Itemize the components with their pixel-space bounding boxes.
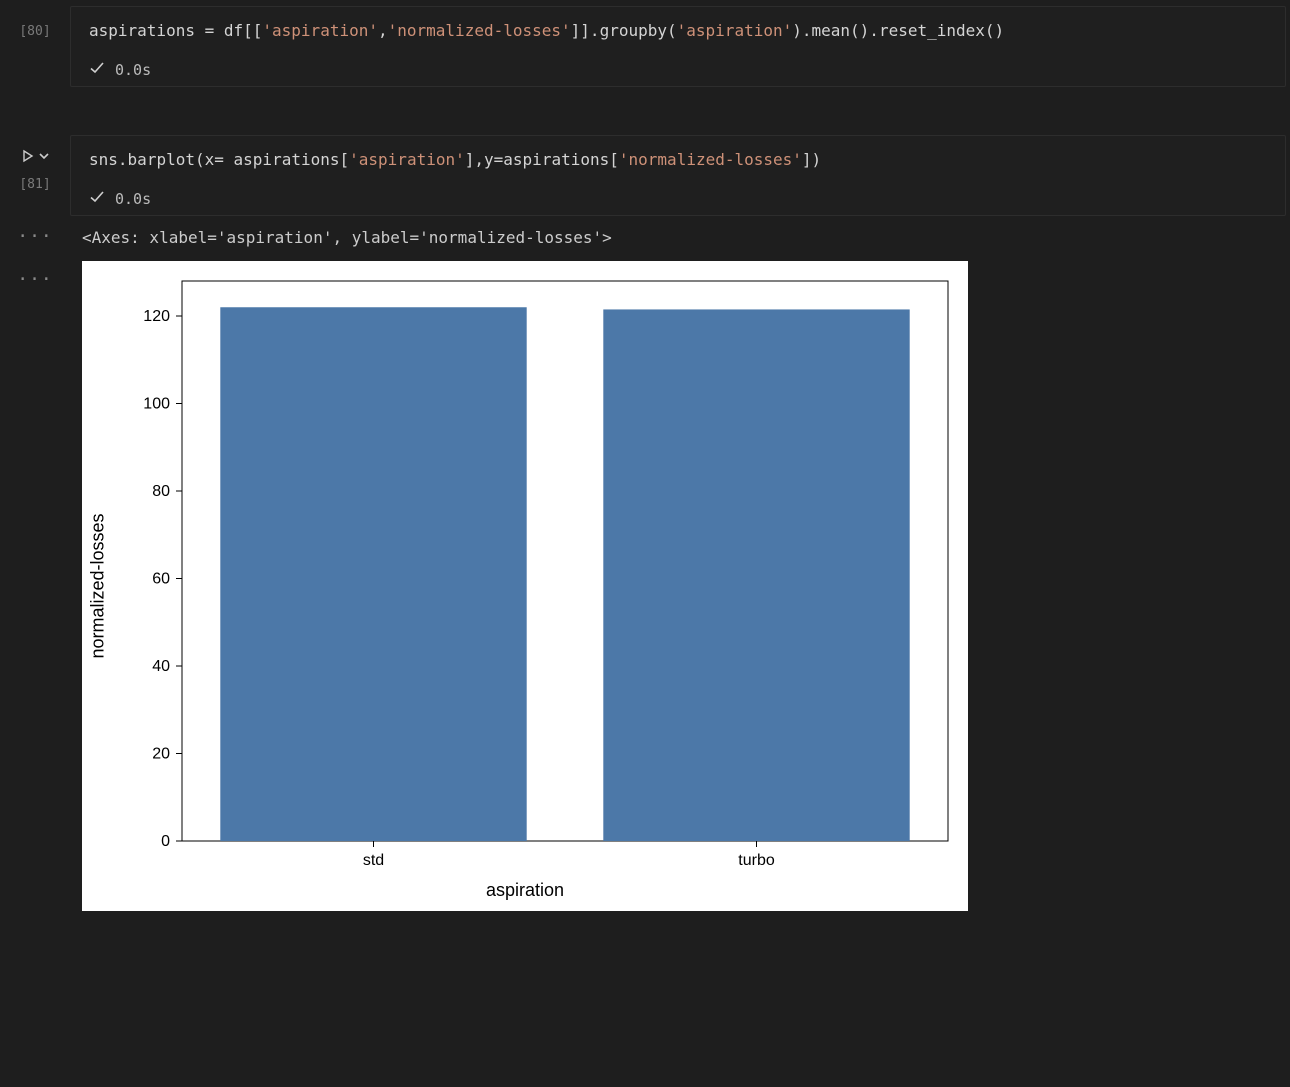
svg-text:100: 100 [143, 396, 170, 413]
output-row: ··· 0 20 40 60 80 100 120 std turbo normalized-l… [0, 261, 1290, 911]
svg-text:80: 80 [152, 483, 170, 500]
code-line[interactable]: sns.barplot(x= aspirations['aspiration']… [71, 136, 1285, 183]
exec-time: 0.0s [115, 190, 151, 208]
run-cell-button[interactable] [21, 149, 49, 163]
chart-output: 0 20 40 60 80 100 120 std turbo normalized-losse… [82, 261, 968, 911]
code-input[interactable]: sns.barplot(x= aspirations['aspiration']… [70, 135, 1286, 216]
output-row: ··· <Axes: xlabel='aspiration', ylabel='… [0, 218, 1290, 261]
output-toggle-icon[interactable]: ··· [0, 261, 70, 911]
svg-text:60: 60 [152, 571, 170, 588]
svg-text:std: std [363, 852, 384, 869]
cell-gutter: [80] [0, 0, 70, 89]
exec-time: 0.0s [115, 61, 151, 79]
notebook-cell: [80] aspirations = df[['aspiration','nor… [0, 0, 1290, 89]
code-line[interactable]: aspirations = df[['aspiration','normaliz… [71, 7, 1285, 54]
svg-text:turbo: turbo [738, 852, 775, 869]
exec-count: [80] [19, 24, 50, 39]
cell-gutter: [81] [0, 129, 70, 218]
svg-text:40: 40 [152, 658, 170, 675]
bar-chart: 0 20 40 60 80 100 120 std turbo [82, 261, 968, 901]
execution-status: 0.0s [71, 54, 1285, 86]
execution-status: 0.0s [71, 183, 1285, 215]
check-icon [89, 60, 105, 80]
svg-text:0: 0 [161, 833, 170, 850]
check-icon [89, 189, 105, 209]
code-input[interactable]: aspirations = df[['aspiration','normaliz… [70, 6, 1286, 87]
exec-count: [81] [19, 177, 50, 192]
svg-text:20: 20 [152, 746, 170, 763]
y-axis-label: normalized-losses [88, 513, 109, 658]
output-toggle-icon[interactable]: ··· [0, 218, 70, 261]
cell-main: aspirations = df[['aspiration','normaliz… [70, 0, 1290, 89]
notebook-cell: [81] sns.barplot(x= aspirations['aspirat… [0, 129, 1290, 218]
cell-gap [0, 89, 1290, 129]
svg-text:120: 120 [143, 308, 170, 325]
output-repr: <Axes: xlabel='aspiration', ylabel='norm… [70, 218, 1290, 261]
cell-main: sns.barplot(x= aspirations['aspiration']… [70, 129, 1290, 218]
x-axis-label: aspiration [82, 880, 968, 901]
